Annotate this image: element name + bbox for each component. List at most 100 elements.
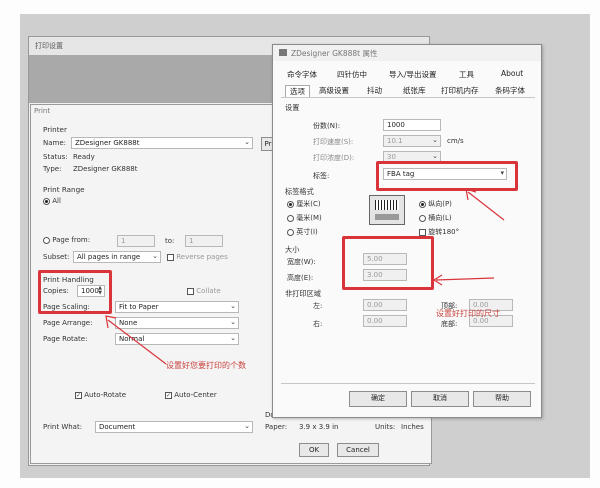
printer-properties-dialog: ZDesigner GK888t 属性 命令字体 四针仿中 导入/导出设置 工具… (272, 44, 542, 418)
printer-group-label: Printer (43, 125, 67, 134)
tab-import-export[interactable]: 导入/导出设置 (389, 69, 437, 80)
copies-count-input[interactable]: 1000 (383, 119, 441, 131)
print-darkness-label: 打印浓度(D): (313, 154, 355, 162)
footer-divider (281, 383, 535, 384)
printer-status-label: Status: (43, 153, 68, 161)
tab-advanced[interactable]: 高级设置 (319, 85, 349, 96)
chevron-down-icon: ⌄ (244, 422, 250, 430)
settings-group-label: 设置 (285, 103, 300, 112)
tab-command-fonts[interactable]: 命令字体 (287, 69, 317, 80)
range-pages-label: Page from: (52, 236, 91, 244)
print-speed-unit: cm/s (447, 137, 464, 145)
right-margin-label: 右: (313, 320, 323, 328)
label-preview-icon (369, 195, 405, 225)
tab-stock-library[interactable]: 纸张库 (403, 85, 426, 96)
bottom-margin-label: 底部: (441, 320, 458, 328)
tab-about[interactable]: About (501, 69, 523, 78)
size-group-label: 大小 (285, 245, 300, 254)
subset-label: Subset: (43, 253, 70, 261)
checkbox-icon (419, 228, 426, 236)
auto-rotate-option[interactable]: ✓ Auto-Rotate (75, 391, 126, 399)
radio-icon (419, 214, 426, 222)
properties-help-button[interactable]: 帮助 (473, 391, 531, 407)
width-label: 宽度(W): (287, 258, 316, 266)
print-speed-value: 10.1 (387, 137, 403, 145)
printer-status-value: Ready (73, 153, 95, 161)
chevron-down-icon: ⌄ (432, 136, 438, 144)
reverse-pages-option[interactable]: Reverse pages (167, 253, 228, 261)
arrow-icon (105, 315, 167, 365)
chevron-down-icon: ⌄ (230, 318, 236, 326)
range-pages-option[interactable]: Page from: (43, 236, 90, 244)
page-arrange-label: Page Arrange: (43, 319, 93, 327)
auto-rotate-label: Auto-Rotate (84, 391, 127, 399)
unit-inch-option[interactable]: 英寸(I) (287, 227, 318, 237)
range-all-option[interactable]: All (43, 197, 61, 205)
copies-count-label: 份数(N): (313, 122, 341, 130)
label-stock-label: 标签: (313, 172, 330, 180)
properties-cancel-button[interactable]: 取消 (411, 391, 469, 407)
paper-value: 3.9 x 3.9 in (299, 423, 339, 431)
radio-icon (287, 228, 294, 236)
tab-four-pin[interactable]: 四针仿中 (337, 69, 367, 80)
auto-center-label: Auto-Center (174, 391, 217, 399)
orient-landscape-option[interactable]: 横向(L) (419, 213, 452, 223)
checkbox-icon (167, 253, 174, 261)
arrow-icon (465, 188, 505, 221)
checkmark-icon: ✓ (75, 391, 82, 399)
page-to-input[interactable]: 1 (185, 235, 223, 247)
radio-selected-icon (287, 200, 294, 208)
unit-cm-option[interactable]: 厘米(C) (287, 199, 321, 209)
print-speed-label: 打印速度(S): (313, 138, 354, 146)
unprintable-group-label: 非打印区域 (285, 289, 321, 298)
printer-name-label: Name: (43, 139, 67, 147)
print-what-value: Document (99, 423, 136, 431)
print-speed-select[interactable]: 10.1 ⌄ (383, 135, 441, 147)
unit-inch-label: 英寸(I) (296, 228, 318, 236)
printer-name-select[interactable]: ZDesigner GK888t ⌄ (71, 137, 253, 149)
left-margin-input[interactable]: 0.00 (363, 299, 407, 311)
tab-printer-memory[interactable]: 打印机内存 (441, 85, 479, 96)
chevron-down-icon: ⌄ (244, 138, 250, 146)
print-cancel-button[interactable]: Cancel (337, 443, 379, 457)
printer-name-value: ZDesigner GK888t (75, 139, 140, 147)
subset-value: All pages in range (77, 253, 141, 261)
auto-center-option[interactable]: ✓ Auto-Center (165, 391, 217, 399)
tab-barcode-fonts[interactable]: 条码字体 (495, 85, 525, 96)
print-what-select[interactable]: Document ⌄ (95, 421, 253, 433)
print-darkness-value: 30 (387, 153, 396, 161)
chevron-down-icon: ⌄ (230, 302, 236, 310)
radio-selected-icon (419, 200, 426, 208)
units-value: Inches (401, 423, 424, 431)
units-label: Units: (375, 423, 396, 431)
properties-dialog-title: ZDesigner GK888t 属性 (273, 45, 541, 61)
collate-option[interactable]: Collate (187, 287, 221, 295)
unit-mm-label: 毫米(M) (296, 214, 322, 222)
unit-cm-label: 厘米(C) (296, 200, 321, 208)
paper-label: Paper: (265, 423, 288, 431)
radio-selected-icon (43, 197, 50, 205)
tab-tools[interactable]: 工具 (459, 69, 474, 80)
printer-type-label: Type: (43, 165, 62, 173)
tab-dithering[interactable]: 抖动 (367, 85, 382, 96)
left-margin-label: 左: (313, 302, 323, 310)
print-ok-button[interactable]: OK (299, 443, 329, 457)
orient-portrait-option[interactable]: 纵向(P) (419, 199, 452, 209)
tab-divider (281, 97, 535, 98)
arrow-icon (432, 274, 495, 286)
collate-label: Collate (196, 287, 221, 295)
page-to-label: to: (165, 237, 175, 245)
height-label: 高度(E): (287, 274, 314, 282)
copies-note: 设置好您要打印的个数 (166, 361, 246, 370)
reverse-pages-label: Reverse pages (176, 253, 228, 261)
page-from-input[interactable]: 1 (117, 235, 155, 247)
right-margin-input[interactable]: 0.00 (363, 315, 407, 327)
chevron-down-icon: ⌄ (152, 252, 158, 260)
unit-mm-option[interactable]: 毫米(M) (287, 213, 322, 223)
tab-options[interactable]: 选项 (285, 85, 310, 97)
checkbox-icon (187, 287, 194, 295)
range-all-label: All (52, 197, 61, 205)
subset-select[interactable]: All pages in range ⌄ (73, 251, 161, 263)
properties-ok-button[interactable]: 确定 (349, 391, 407, 407)
size-highlight-box (342, 236, 434, 290)
